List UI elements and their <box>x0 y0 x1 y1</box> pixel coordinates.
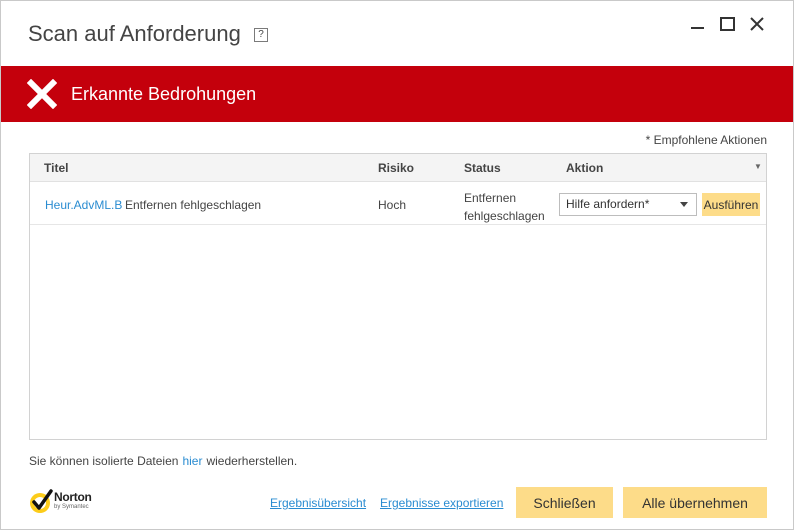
threats-table: Titel Risiko Status Aktion ▼ Heur.AdvML.… <box>29 153 767 440</box>
banner-title: Erkannte Bedrohungen <box>71 84 257 104</box>
restore-prefix: Sie können isolierte Dateien <box>29 454 179 468</box>
column-risk[interactable]: Risiko <box>378 161 414 175</box>
run-action-button[interactable]: Ausführen <box>702 193 760 216</box>
apply-all-button[interactable]: Alle übernehmen <box>623 487 767 518</box>
threat-description: Entfernen fehlgeschlagen <box>125 198 262 212</box>
restore-text: Sie können isolierte Dateien hier wiederhe… <box>29 454 297 468</box>
norton-name: Norton <box>54 490 92 504</box>
maximize-icon <box>719 17 735 31</box>
column-status[interactable]: Status <box>464 161 501 175</box>
threat-risk: Hoch <box>378 198 407 212</box>
close-button[interactable]: Schließen <box>516 487 613 518</box>
close-window-button[interactable] <box>747 14 767 34</box>
close-icon <box>750 17 764 31</box>
results-summary-link[interactable]: Ergebnisübersicht <box>270 496 366 510</box>
threat-status: Entfernen fehlgeschlagen <box>464 191 545 223</box>
norton-check-icon <box>30 489 53 513</box>
minimize-button[interactable] <box>687 14 707 34</box>
restore-suffix: wiederherstellen. <box>206 454 298 468</box>
recommended-actions-note: * Empfohlene Aktionen <box>645 133 767 147</box>
threat-name-link[interactable]: Heur.AdvML.B <box>45 198 122 212</box>
threats-banner: Erkannte Bedrohungen <box>1 66 793 122</box>
window-title: Scan auf Anforderung <box>28 21 241 46</box>
maximize-button[interactable] <box>717 14 737 34</box>
action-select[interactable]: Hilfe anfordern* <box>559 193 697 216</box>
export-results-link[interactable]: Ergebnisse exportieren <box>380 496 503 510</box>
minimize-icon <box>690 27 704 29</box>
table-row: Heur.AdvML.B Entfernen fehlgeschlagen Ho… <box>30 182 766 225</box>
help-icon[interactable]: ? <box>254 28 268 42</box>
sort-arrow-icon[interactable]: ▼ <box>754 162 762 171</box>
norton-subtitle: by Symantec <box>54 504 89 510</box>
error-x-icon <box>27 79 57 109</box>
table-header: Titel Risiko Status Aktion ▼ <box>30 154 766 182</box>
chevron-down-icon <box>680 202 688 207</box>
scan-window: Scan auf Anforderung ? Erkannte Bedrohun… <box>0 0 794 530</box>
action-select-value: Hilfe anfordern* <box>566 197 650 211</box>
norton-logo: Norton by Symantec <box>28 488 100 516</box>
column-title[interactable]: Titel <box>44 161 68 175</box>
restore-link[interactable]: hier <box>182 454 202 468</box>
column-action[interactable]: Aktion <box>566 161 603 175</box>
